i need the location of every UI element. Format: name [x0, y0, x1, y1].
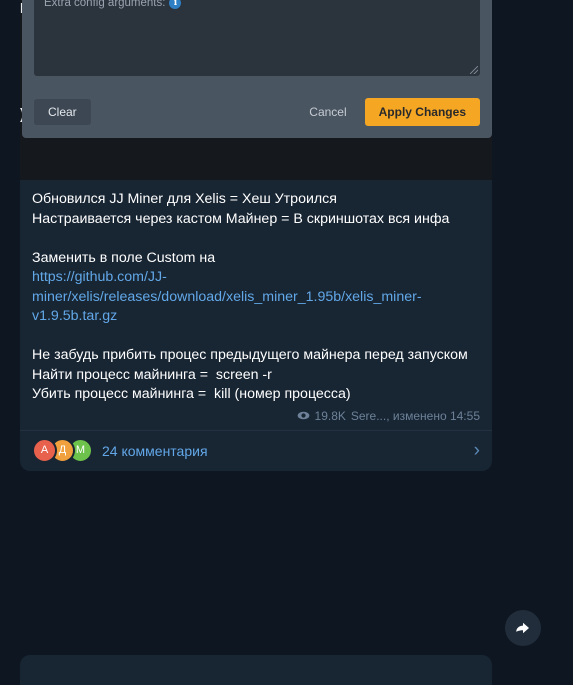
- extra-config-label-text: Extra config arguments:: [44, 0, 166, 9]
- message-bubble[interactable]: 7950x3090flight sheet 9.5b_dual_by_JJ_Te…: [20, 0, 492, 471]
- share-button[interactable]: [505, 610, 541, 646]
- next-message-bubble[interactable]: [20, 655, 492, 685]
- share-arrow-icon: [516, 622, 529, 634]
- message-line-1: Настраивается через кастом Майнер = В ск…: [32, 210, 450, 227]
- message-meta: 19.8K Sere..., изменено 14:55: [20, 407, 492, 430]
- info-icon[interactable]: i: [169, 0, 182, 9]
- comments-count-label: 24 комментария: [102, 442, 208, 459]
- views-eye-icon: [297, 409, 310, 422]
- message-line-after-3: Убить процесс майнинга = kill (номер про…: [32, 386, 351, 402]
- comment-avatars: А Д М: [32, 438, 93, 463]
- modal-footer: Clear Cancel Apply Changes: [22, 92, 492, 138]
- message-text: Обновился JJ Miner для Xelis = Хеш Утрои…: [20, 180, 492, 407]
- comments-bar[interactable]: А Д М 24 комментария ›: [20, 429, 492, 471]
- views-count: 19.8K: [314, 408, 346, 423]
- message-line-3: Заменить в поле Custom на: [32, 249, 216, 266]
- chevron-right-icon: ›: [473, 440, 480, 461]
- hiveos-miner-config-modal[interactable]: 192.168.2.49:8080 Pass: dual Extra confi…: [22, 0, 492, 138]
- clear-button[interactable]: Clear: [34, 99, 91, 125]
- resize-grip-icon[interactable]: [470, 66, 478, 74]
- github-release-link[interactable]: https://github.com/JJ-miner/xelis/releas…: [32, 269, 422, 324]
- message-line-after-2: Найти процесс майнинга = screen -r: [32, 366, 272, 383]
- extra-config-label: Extra config arguments: i: [44, 0, 470, 11]
- embedded-screenshot[interactable]: 7950x3090flight sheet 9.5b_dual_by_JJ_Te…: [20, 0, 492, 180]
- extra-config-field[interactable]: Extra config arguments: i: [34, 0, 480, 76]
- message-line-0: Обновился JJ Miner для Xelis = Хеш Утрои…: [32, 191, 337, 207]
- author-and-edit-time: Sere..., изменено 14:55: [350, 408, 480, 423]
- cancel-button[interactable]: Cancel: [297, 99, 358, 125]
- apply-changes-button[interactable]: Apply Changes: [364, 98, 480, 126]
- message-line-after-1: Не забудь прибить процес предыдущего май…: [32, 347, 468, 363]
- modal-body: 192.168.2.49:8080 Pass: dual Extra confi…: [22, 0, 492, 92]
- avatar: А: [32, 438, 57, 463]
